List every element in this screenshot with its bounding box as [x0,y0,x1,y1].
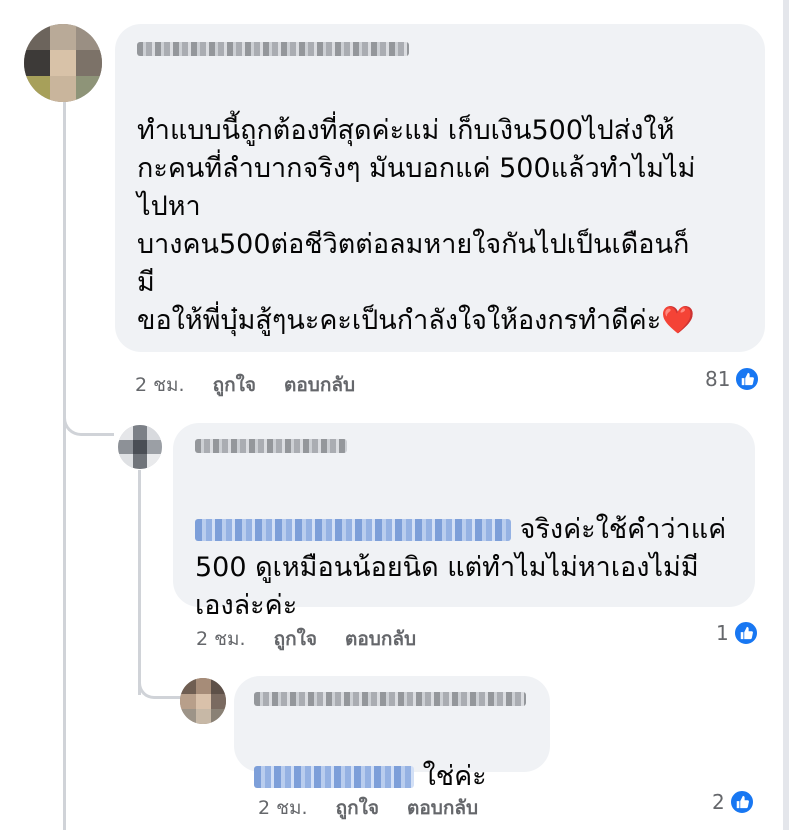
like-button[interactable]: ถูกใจ [336,793,379,823]
reaction-summary[interactable]: 1 [716,620,759,646]
author-name-redacted[interactable] [195,439,347,453]
nested-reply-actions: 2 ชม. ถูกใจ ตอบกลับ [258,793,506,823]
avatar[interactable] [118,425,162,469]
reaction-summary[interactable]: 2 [712,789,755,815]
avatar[interactable] [24,24,102,102]
thread-line-reply-curve [138,672,181,699]
reply-button[interactable]: ตอบกลับ [345,624,416,654]
nested-reply-body: ใช่ค่ะ [422,761,487,792]
nested-reply-text: ใช่ค่ะ [254,720,544,796]
reaction-summary[interactable]: 81 [705,366,761,392]
thread-line-main [63,100,66,430]
reply-bubble: จริงค่ะใช้คำว่าแค่ 500 ดูเหมือนน้อยนิด แ… [173,423,755,621]
reply-button[interactable]: ตอบกลับ [284,370,355,400]
mention-tag-redacted[interactable] [195,519,511,541]
author-name-redacted[interactable] [137,42,409,56]
comment-bubble: ทำแบบนี้ถูกต้องที่สุดค่ะแม่ เก็บเงิน500ไ… [115,24,765,352]
like-button[interactable]: ถูกใจ [213,370,256,400]
like-icon [732,620,759,646]
reply-text: จริงค่ะใช้คำว่าแค่ 500 ดูเหมือนน้อยนิด แ… [195,473,755,625]
heart-emoji: ❤️ [661,305,695,336]
thread-line-reply [138,470,141,695]
reaction-count: 1 [716,621,729,645]
comment-text: ทำแบบนี้ถูกต้องที่สุดค่ะแม่ เก็บเงิน500ไ… [137,74,757,340]
like-icon [734,366,761,392]
reaction-count: 81 [705,367,731,391]
mention-tag-redacted[interactable] [254,766,414,788]
nested-reply-bubble: ใช่ค่ะ [234,676,550,792]
timestamp[interactable]: 2 ชม. [135,370,185,400]
comment-actions: 2 ชม. ถูกใจ ตอบกลับ [135,370,383,400]
reply-actions: 2 ชม. ถูกใจ ตอบกลับ [196,624,444,654]
author-name-redacted[interactable] [254,692,526,706]
reply-button[interactable]: ตอบกลับ [407,793,478,823]
thread-line-left [63,430,66,830]
reaction-count: 2 [712,790,725,814]
timestamp[interactable]: 2 ชม. [196,624,246,654]
comment-body: ทำแบบนี้ถูกต้องที่สุดค่ะแม่ เก็บเงิน500ไ… [137,115,696,336]
reply-body-first: จริงค่ะใช้คำว่าแค่ [519,514,727,545]
avatar[interactable] [180,678,226,724]
like-button[interactable]: ถูกใจ [274,624,317,654]
timestamp[interactable]: 2 ชม. [258,793,308,823]
thread-line-main-curve [63,405,114,436]
reply-body-rest: 500 ดูเหมือนน้อยนิด แต่ทำไมไม่หาเองไม่มี… [195,552,699,621]
like-icon [728,789,755,815]
scrollbar-track[interactable] [783,0,789,830]
